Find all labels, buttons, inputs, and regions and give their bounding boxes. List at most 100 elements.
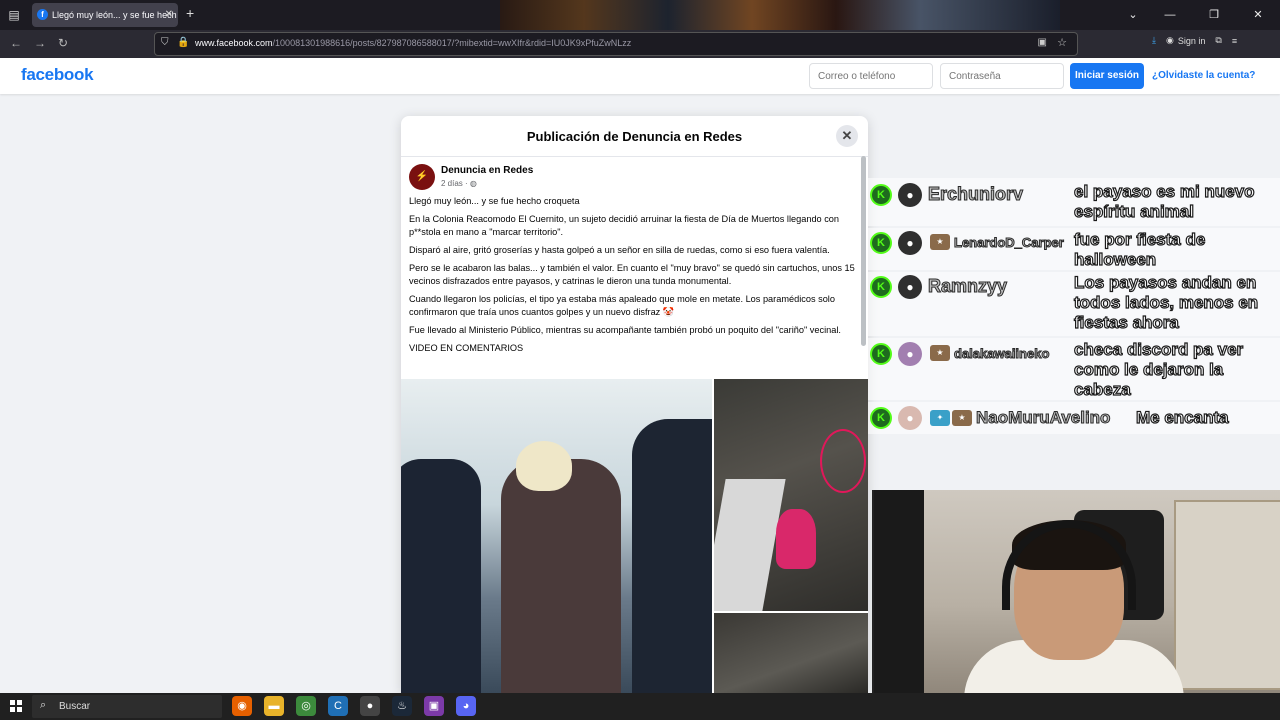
window-controls: ⌄ — ❐ ✕ [1118,0,1280,30]
chat-username: Ramnzyy [927,276,1008,297]
modal-scrollbar[interactable] [861,156,866,346]
extensions-icon[interactable]: ⧉ [1215,35,1221,46]
email-field[interactable] [809,63,933,89]
account-icon: ◉ [1165,35,1174,45]
chat-text: Los payasos andan en todos lados, menos … [1073,272,1259,332]
chrome-icon[interactable]: ◎ [296,696,316,716]
chevron-down-icon[interactable]: ⌄ [1118,0,1148,30]
post-paragraph: Llegó muy león... y se fue hecho croquet… [409,196,580,206]
windows-taskbar: ⌕ Buscar ◉ ▬ ◎ C ● ♨ ▣ ◕ [0,693,1280,720]
avatar: ● [898,406,922,430]
windows-start-icon[interactable] [10,700,22,712]
globe-icon: ◍ [469,179,477,188]
file-explorer-icon[interactable]: ▬ [264,696,284,716]
chat-message: K ● ★ dalakawaiineko checa discord pa ve… [868,338,1280,400]
taskbar-search[interactable]: ⌕ Buscar [32,695,222,718]
close-icon[interactable]: ✕ [836,125,858,147]
microphone-arm [874,490,924,700]
window-close-icon[interactable]: ✕ [1236,0,1280,30]
post-paragraph: Fue llevado al Ministerio Público, mient… [409,325,841,335]
url-text[interactable]: www.facebook.com/100081301988616/posts/8… [195,38,631,48]
facebook-logo[interactable]: facebook [21,65,94,85]
url-bar[interactable]: ⛉ 🔒 www.facebook.com/100081301988616/pos… [154,32,1078,56]
webcam-feed [872,490,1280,700]
forward-icon[interactable]: → [34,36,46,50]
post-photo-bottom-right[interactable] [714,613,868,693]
browser-app-icon[interactable]: C [328,696,348,716]
lock-icon[interactable]: 🔒 [177,37,189,48]
photo-highlight-circle [820,429,866,493]
tab-list-icon[interactable]: ▤ [6,7,22,23]
photo-figure [714,479,786,611]
photo-figure [632,419,712,693]
chat-text: Me encanta [1135,407,1229,427]
post-modal: Publicación de Denuncia en Redes ✕ ⚡ Den… [401,116,868,693]
sign-in-button[interactable]: ◉ Sign in [1166,35,1205,46]
background-shelf [1174,500,1280,690]
discord-icon[interactable]: ◕ [456,696,476,716]
modal-header: Publicación de Denuncia en Redes ✕ [401,116,868,157]
minimize-icon[interactable]: — [1148,0,1192,30]
facebook-header: facebook Iniciar sesión ¿Olvidaste la cu… [0,58,1280,94]
firefox-icon[interactable]: ◉ [232,696,252,716]
menu-icon[interactable]: ≡ [1232,36,1237,46]
kick-badge-icon: K [870,184,892,206]
chat-text: el payaso es mi nuevo espíritu animal [1073,181,1255,221]
subscriber-badge-icon: ★ [930,234,950,250]
post-paragraph: Pero se le acabaron las balas... y tambi… [409,263,855,286]
forgot-account-link[interactable]: ¿Olvidaste la cuenta? [1152,70,1255,81]
password-field[interactable] [940,63,1064,89]
reload-icon[interactable]: ↻ [58,36,68,50]
kick-badge-icon: K [870,276,892,298]
photo-figure [501,459,621,693]
tab-close-icon[interactable]: ✕ [165,3,173,27]
new-tab-icon[interactable]: + [186,5,194,21]
chat-message: K ● ✦ ★ NaoMuruAvelino Me encanta [868,402,1280,434]
post-time[interactable]: 2 días [441,179,463,188]
browser-tab-active[interactable]: f Llegó muy león... y se fue hech ✕ [32,3,178,27]
maximize-icon[interactable]: ❐ [1192,0,1236,30]
search-icon: ⌕ [40,699,47,711]
shield-icon[interactable]: ⛉ [161,37,169,48]
url-path: /100081301988616/posts/827987086588017/?… [272,38,632,48]
subscriber-badge-icon: ★ [952,410,972,426]
reader-view-icon[interactable]: ▣ [1038,37,1047,48]
chat-username: LenardoD_Carper [954,235,1065,251]
chat-username: dalakawaiineko [953,346,1050,362]
post-body: Llegó muy león... y se fue hecho croquet… [409,195,861,360]
obs-icon[interactable]: ● [360,696,380,716]
avatar: ● [898,275,922,299]
page-avatar[interactable]: ⚡ [409,164,435,190]
back-icon[interactable]: ← [10,36,22,50]
chat-text: checa discord pa ver como le dejaron la … [1073,339,1244,399]
post-photo-main[interactable] [401,379,712,693]
post-paragraph: Cuando llegaron los policías, el tipo ya… [409,294,835,317]
subscriber-badge-icon: ✦ [930,410,950,426]
download-icon[interactable]: ⤓ [1152,35,1156,46]
photo-figure [776,509,816,569]
taskbar-search-label: Buscar [59,701,91,712]
browser-nav-bar: ← → ↻ ⛉ 🔒 www.facebook.com/1000813019886… [0,30,1280,58]
chat-text: fue por fiesta de halloween [1073,229,1206,269]
avatar: ● [898,231,922,255]
post-paragraph: VIDEO EN COMENTARIOS [409,343,524,353]
kick-badge-icon: K [870,407,892,429]
subscriber-badge-icon: ★ [930,345,950,361]
post-paragraph: Disparó al aire, gritó groserías y hasta… [409,245,830,255]
kick-badge-icon: K [870,343,892,365]
sign-in-label: Sign in [1177,35,1206,46]
toolbar-right: ⤓ ◉ Sign in ⧉ ≡ [1152,35,1237,46]
kick-badge-icon: K [870,232,892,254]
login-button[interactable]: Iniciar sesión [1070,63,1144,89]
bookmark-star-icon[interactable]: ☆ [1057,36,1067,49]
theme-background-art [500,0,1060,30]
post-photo-top-right[interactable] [714,379,868,611]
stream-app-icon[interactable]: ▣ [424,696,444,716]
tab-title: Llegó muy león... y se fue hech [52,10,177,20]
post-author[interactable]: Denuncia en Redes [441,165,533,176]
chat-message: K ● ★ LenardoD_Carper fue por fiesta de … [868,228,1280,270]
chat-username: Erchuniorv [927,184,1024,205]
stream-chat-overlay: K ● Erchuniorv el payaso es mi nuevo esp… [868,178,1280,436]
steam-icon[interactable]: ♨ [392,696,412,716]
chat-message: K ● Erchuniorv el payaso es mi nuevo esp… [868,178,1280,226]
